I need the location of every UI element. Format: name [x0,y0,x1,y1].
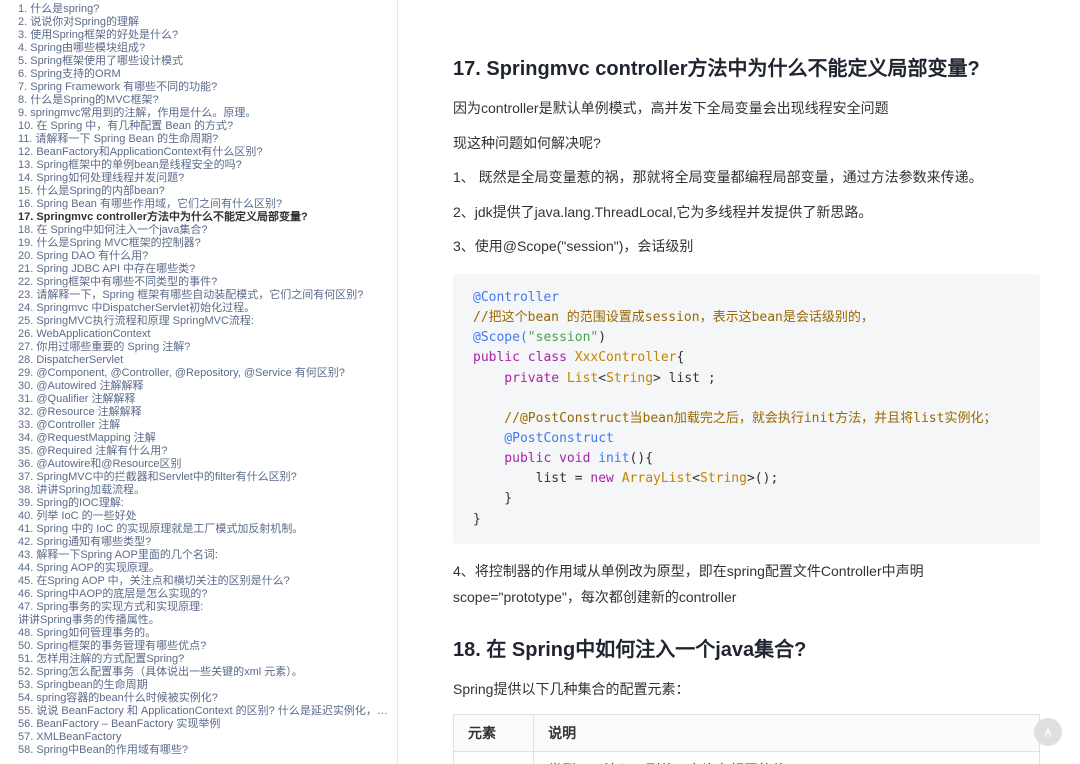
toc-item[interactable]: 10. 在 Spring 中，有几种配置 Bean 的方式? [18,120,397,133]
toc-item[interactable]: 29. @Component, @Controller, @Repository… [18,367,397,380]
toc-item[interactable]: 8. 什么是Spring的MVC框架? [18,94,397,107]
toc-item[interactable]: 48. Spring如何管理事务的。 [18,627,397,640]
toc-item[interactable]: 17. Springmvc controller方法中为什么不能定义局部变量? [18,211,397,224]
toc-item[interactable]: 50. Spring框架的事务管理有哪些优点? [18,640,397,653]
toc-item[interactable]: 35. @Required 注解有什么用? [18,445,397,458]
toc-item[interactable]: 19. 什么是Spring MVC框架的控制器? [18,237,397,250]
toc-item[interactable]: 6. Spring支持的ORM [18,68,397,81]
toc-item[interactable]: 25. SpringMVC执行流程和原理 SpringMVC流程: [18,315,397,328]
toc-item[interactable]: 41. Spring 中的 IoC 的实现原理就是工厂模式加反射机制。 [18,523,397,536]
chevron-up-icon: ∧ [1043,724,1053,741]
toc-item[interactable]: 20. Spring DAO 有什么用? [18,250,397,263]
toc-item[interactable]: 1. 什么是spring? [18,3,397,16]
toc-item[interactable]: 54. spring容器的bean什么时候被实例化? [18,692,397,705]
toc-item[interactable]: 40. 列举 IoC 的一些好处 [18,510,397,523]
toc-item[interactable]: 22. Spring框架中有哪些不同类型的事件? [18,276,397,289]
section-18-title: 18. 在 Spring中如何注入一个java集合? [453,633,1040,662]
toc-item[interactable]: 7. Spring Framework 有哪些不同的功能? [18,81,397,94]
code-block: @Controller //把这个bean 的范围设置成session，表示这b… [453,274,1040,544]
list-item: 4、将控制器的作用域从单例改为原型，即在spring配置文件Controller… [453,558,1040,611]
table-header: 元素 [454,715,534,752]
toc-item[interactable]: 12. BeanFactory和ApplicationContext有什么区别? [18,146,397,159]
toc-item[interactable]: 56. BeanFactory – BeanFactory 实现举例 [18,718,397,731]
toc-item[interactable]: 26. WebApplicationContext [18,328,397,341]
toc-item[interactable]: 46. Spring中AOP的底层是怎么实现的? [18,588,397,601]
table-of-contents: 1. 什么是spring?2. 说说你对Spring的理解3. 使用Spring… [0,0,398,764]
toc-item[interactable]: 16. Spring Bean 有哪些作用域，它们之间有什么区别? [18,198,397,211]
toc-item[interactable]: 30. @Autowired 注解解释 [18,380,397,393]
toc-item[interactable]: 28. DispatcherServlet [18,354,397,367]
toc-item[interactable]: 18. 在 Spring中如何注入一个java集合? [18,224,397,237]
toc-item[interactable]: 57. XMLBeanFactory [18,731,397,744]
toc-item[interactable]: 21. Spring JDBC API 中存在哪些类? [18,263,397,276]
toc-item[interactable]: 42. Spring通知有哪些类型? [18,536,397,549]
toc-item[interactable]: 33. @Controller 注解 [18,419,397,432]
collection-table: 元素 说明 list 类型用于注入一列值，允许有相同的值。 set 类型用于注入… [453,714,1040,764]
toc-item[interactable]: 讲讲Spring事务的传播属性。 [18,614,397,627]
toc-item[interactable]: 34. @RequestMapping 注解 [18,432,397,445]
toc-item[interactable]: 31. @Qualifier 注解解释 [18,393,397,406]
scroll-to-top-button[interactable]: ∧ [1034,718,1062,746]
toc-item[interactable]: 53. Springbean的生命周期 [18,679,397,692]
paragraph: 现这种问题如何解决呢? [453,130,1040,157]
toc-item[interactable]: 51. 怎样用注解的方式配置Spring? [18,653,397,666]
article-content: 17. Springmvc controller方法中为什么不能定义局部变量? … [398,0,1080,764]
toc-item[interactable]: 45. 在Spring AOP 中，关注点和横切关注的区别是什么? [18,575,397,588]
section-17-title: 17. Springmvc controller方法中为什么不能定义局部变量? [453,52,1040,81]
paragraph: 因为controller是默认单例模式，高并发下全局变量会出现线程安全问题 [453,95,1040,122]
toc-item[interactable]: 52. Spring怎么配置事务（具体说出一些关键的xml 元素）。 [18,666,397,679]
toc-item[interactable]: 2. 说说你对Spring的理解 [18,16,397,29]
toc-item[interactable]: 15. 什么是Spring的内部bean? [18,185,397,198]
toc-item[interactable]: 38. 讲讲Spring加载流程。 [18,484,397,497]
toc-item[interactable]: 14. Spring如何处理线程并发问题? [18,172,397,185]
toc-item[interactable]: 47. Spring事务的实现方式和实现原理: [18,601,397,614]
toc-item[interactable]: 13. Spring框架中的单例bean是线程安全的吗? [18,159,397,172]
table-header: 说明 [534,715,1040,752]
toc-item[interactable]: 37. SpringMVC中的拦截器和Servlet中的filter有什么区别? [18,471,397,484]
toc-item[interactable]: 44. Spring AOP的实现原理。 [18,562,397,575]
toc-item[interactable]: 43. 解释一下Spring AOP里面的几个名词: [18,549,397,562]
table-row: list 类型用于注入一列值，允许有相同的值。 [454,752,1040,764]
toc-item[interactable]: 24. Springmvc 中DispatcherServlet初始化过程。 [18,302,397,315]
paragraph: Spring提供以下几种集合的配置元素： [453,676,1040,703]
toc-item[interactable]: 9. springmvc常用到的注解，作用是什么。原理。 [18,107,397,120]
toc-item[interactable]: 32. @Resource 注解解释 [18,406,397,419]
list-item: 2、jdk提供了java.lang.ThreadLocal,它为多线程并发提供了… [453,199,1040,226]
toc-item[interactable]: 11. 请解释一下 Spring Bean 的生命周期? [18,133,397,146]
toc-item[interactable]: 36. @Autowire和@Resource区别 [18,458,397,471]
list-item: 3、使用@Scope("session")，会话级别 [453,233,1040,260]
toc-item[interactable]: 58. Spring中Bean的作用域有哪些? [18,744,397,757]
toc-item[interactable]: 55. 说说 BeanFactory 和 ApplicationContext … [18,705,397,718]
toc-item[interactable]: 3. 使用Spring框架的好处是什么? [18,29,397,42]
toc-item[interactable]: 4. Spring由哪些模块组成? [18,42,397,55]
toc-item[interactable]: 23. 请解释一下，Spring 框架有哪些自动装配模式，它们之间有何区别? [18,289,397,302]
toc-item[interactable]: 27. 你用过哪些重要的 Spring 注解? [18,341,397,354]
list-item: 1、 既然是全局变量惹的祸，那就将全局变量都编程局部变量，通过方法参数来传递。 [453,164,1040,191]
toc-item[interactable]: 39. Spring的IOC理解: [18,497,397,510]
toc-item[interactable]: 5. Spring框架使用了哪些设计模式 [18,55,397,68]
